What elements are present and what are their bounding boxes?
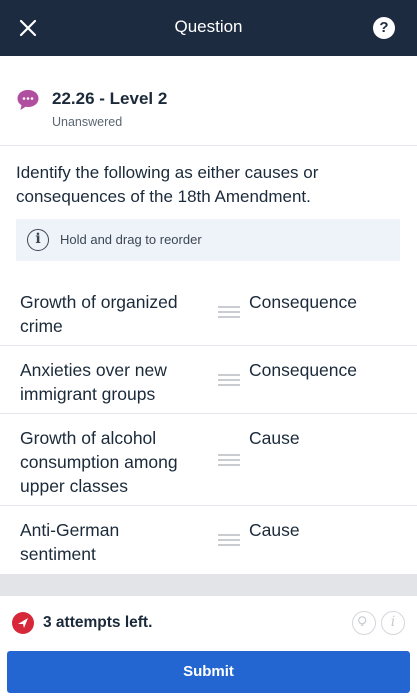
list-item[interactable]: Growth of organized crime Consequence	[0, 278, 417, 346]
item-label: Anxieties over new immigrant groups	[20, 360, 167, 404]
info-icon: i	[27, 229, 49, 251]
item-label: Growth of alcohol consumption among uppe…	[20, 428, 178, 496]
attempts-left-text: 3 attempts left.	[43, 614, 153, 631]
item-label: Anti-German sentiment	[20, 520, 120, 564]
answer-label: Consequence	[249, 360, 357, 380]
lightbulb-icon[interactable]	[352, 611, 376, 635]
attempts-bar: 3 attempts left. i	[0, 596, 417, 650]
drag-handle-icon[interactable]	[218, 306, 240, 318]
answer-label: Cause	[249, 428, 300, 448]
answer-label: Consequence	[249, 292, 357, 312]
question-prompt: Identify the following as either causes …	[16, 163, 319, 206]
drag-handle-icon[interactable]	[218, 454, 240, 466]
info-circle-icon[interactable]: i	[381, 611, 405, 635]
reorder-list: Growth of organized crime Consequence An…	[0, 278, 417, 574]
list-item[interactable]: Anti-German sentiment Cause	[0, 506, 417, 574]
answer-label: Cause	[249, 520, 300, 540]
paper-plane-icon	[12, 612, 34, 634]
item-label: Growth of organized crime	[20, 292, 178, 336]
question-circle-icon[interactable]: ?	[373, 17, 395, 39]
header-title: Question	[174, 17, 243, 36]
list-item[interactable]: Anxieties over new immigrant groups Cons…	[0, 346, 417, 414]
section-divider	[0, 574, 417, 596]
question-status: Unanswered	[52, 115, 123, 129]
chat-bubble-icon	[17, 90, 39, 110]
question-level: 22.26 - Level 2	[52, 89, 168, 108]
question-header: 22.26 - Level 2 Unanswered	[0, 56, 417, 146]
list-item[interactable]: Growth of alcohol consumption among uppe…	[0, 414, 417, 506]
app-header: Question ?	[0, 0, 417, 56]
drag-hint-text: Hold and drag to reorder	[60, 232, 202, 247]
drag-handle-icon[interactable]	[218, 374, 240, 386]
drag-handle-icon[interactable]	[218, 534, 240, 546]
drag-hint-banner: i Hold and drag to reorder	[16, 219, 400, 261]
submit-button[interactable]: Submit	[7, 651, 410, 693]
